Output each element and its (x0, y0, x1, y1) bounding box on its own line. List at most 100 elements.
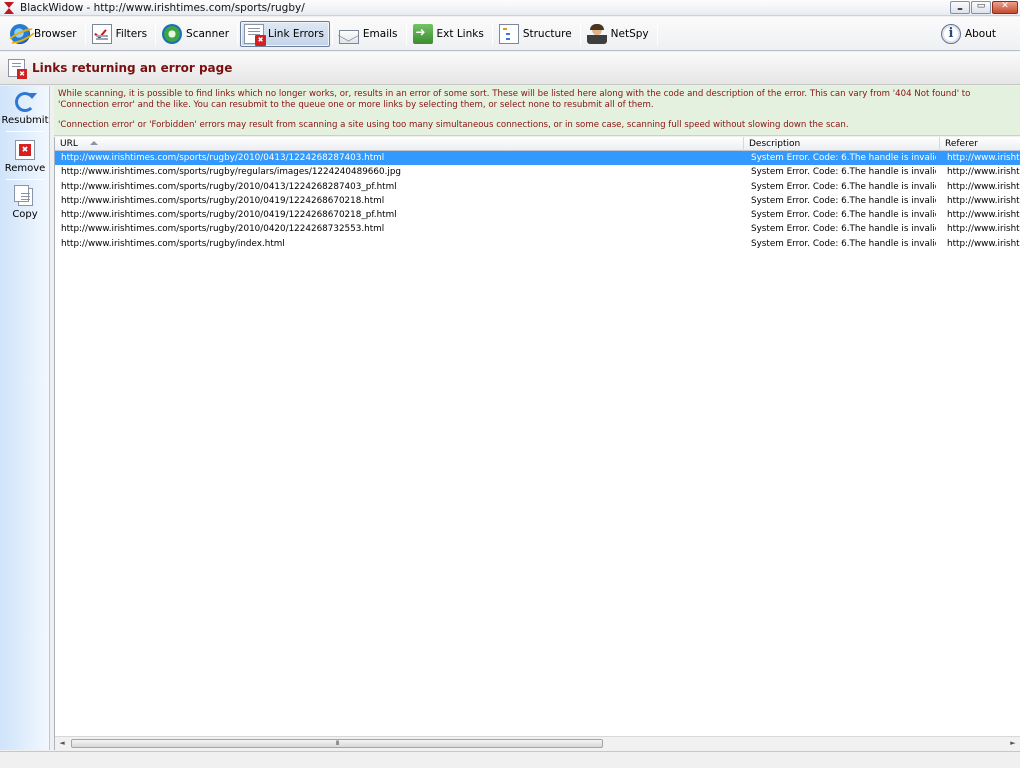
toolbar-separator (84, 22, 86, 45)
column-header-referer-label: Referer (945, 139, 978, 149)
ext-links-icon (412, 23, 433, 44)
column-header-description[interactable]: Description (744, 137, 940, 151)
referer-cell: http://www.irishtimes.com/sports/rugby/ (947, 224, 1020, 235)
maximize-button[interactable]: ▭ (971, 1, 991, 14)
url-cell: http://www.irishtimes.com/sports/rugby/i… (61, 238, 285, 249)
scrollbar-thumb[interactable]: III (71, 739, 603, 748)
sidebar-separator (6, 131, 44, 132)
page-header: Links returning an error page (0, 52, 1020, 85)
structure-icon (498, 23, 519, 44)
minimize-icon: ‗ (957, 1, 963, 11)
link-errors-icon (244, 23, 267, 46)
horizontal-scrollbar[interactable]: ◄ III ► (55, 736, 1020, 750)
filters-button[interactable]: Filters (88, 21, 153, 47)
info-icon (940, 24, 961, 44)
table-row[interactable]: http://www.irishtimes.com/sports/rugby/2… (55, 208, 1020, 222)
status-bar (0, 751, 1020, 768)
blackwidow-logo-icon (3, 1, 15, 14)
scanner-icon (162, 23, 183, 44)
column-header-url-label: URL (60, 139, 78, 149)
toolbar-separator (656, 22, 658, 45)
action-sidebar: Resubmit Remove Copy (0, 86, 50, 750)
scroll-right-arrow-icon[interactable]: ► (1006, 737, 1020, 750)
about-button[interactable]: About (937, 21, 1002, 47)
url-cell: http://www.irishtimes.com/sports/rugby/2… (61, 224, 385, 235)
filters-icon (91, 23, 112, 44)
minimize-button[interactable]: ‗ (950, 1, 970, 14)
remove-button[interactable]: Remove (0, 140, 50, 174)
ext-links-button-label: Ext Links (436, 27, 484, 40)
referer-cell: http://www.irishtimes.com/sports/rugby/ (947, 167, 1020, 178)
close-button[interactable]: ✕ (992, 1, 1018, 14)
remove-icon (15, 140, 35, 160)
url-cell: http://www.irishtimes.com/sports/rugby/2… (61, 181, 397, 192)
scroll-left-arrow-icon[interactable]: ◄ (55, 737, 69, 750)
resubmit-icon (15, 92, 37, 112)
browser-icon (10, 23, 30, 44)
toolbar-separator (491, 22, 493, 45)
table-row[interactable]: http://www.irishtimes.com/sports/rugby/r… (55, 165, 1020, 179)
description-cell: System Error. Code: 6.The handle is inva… (751, 210, 936, 221)
scrollbar-grip-icon: III (335, 740, 339, 747)
toolbar-separator (579, 22, 581, 45)
url-cell: http://www.irishtimes.com/sports/rugby/2… (61, 195, 385, 206)
url-cell: http://www.irishtimes.com/sports/rugby/r… (61, 167, 401, 178)
window-title: BlackWidow - http://www.irishtimes.com/s… (20, 1, 305, 14)
table-row[interactable]: http://www.irishtimes.com/sports/rugby/2… (55, 222, 1020, 236)
emails-button[interactable]: Emails (335, 21, 404, 47)
referer-cell: http://www.irishtimes.com/sports/rugby/ (947, 238, 1020, 249)
copy-icon (13, 185, 33, 206)
table-body: http://www.irishtimes.com/sports/rugby/2… (55, 151, 1020, 251)
url-cell: http://www.irishtimes.com/sports/rugby/2… (61, 153, 385, 163)
browser-button-label: Browser (34, 27, 77, 40)
resubmit-button[interactable]: Resubmit (0, 92, 50, 126)
scanner-button-label: Scanner (186, 27, 230, 40)
link-errors-button[interactable]: Link Errors (240, 20, 330, 47)
netspy-button[interactable]: NetSpy (583, 21, 655, 47)
browser-button[interactable]: Browser (6, 21, 83, 47)
email-icon (338, 29, 359, 44)
toolbar-separator (155, 22, 157, 45)
netspy-icon (586, 23, 607, 44)
page-title: Links returning an error page (32, 61, 233, 75)
scanner-button[interactable]: Scanner (158, 21, 235, 47)
description-cell: System Error. Code: 6.The handle is inva… (751, 167, 936, 178)
referer-cell: http://www.irishtimes.com/sports/rugby/ (947, 153, 1020, 163)
ext-links-button[interactable]: Ext Links (409, 21, 490, 47)
url-cell: http://www.irishtimes.com/sports/rugby/2… (61, 210, 397, 221)
table-row[interactable]: http://www.irishtimes.com/sports/rugby/2… (55, 194, 1020, 208)
toolbar-separator (331, 22, 333, 45)
copy-button[interactable]: Copy (0, 185, 50, 220)
remove-label: Remove (4, 163, 46, 174)
toolbar-separator (237, 22, 239, 45)
info-paragraph: 'Connection error' or 'Forbidden' errors… (58, 120, 849, 130)
description-cell: System Error. Code: 6.The handle is inva… (751, 195, 936, 206)
sidebar-separator (6, 179, 44, 180)
title-bar: BlackWidow - http://www.irishtimes.com/s… (0, 0, 1020, 16)
table-row[interactable]: http://www.irishtimes.com/sports/rugby/i… (55, 237, 1020, 251)
structure-button[interactable]: Structure (495, 21, 578, 47)
link-errors-table: URL Description Referer http://www.irish… (54, 137, 1020, 750)
toolbar-separator (405, 22, 407, 45)
column-header-url[interactable]: URL (55, 137, 744, 151)
table-row[interactable]: http://www.irishtimes.com/sports/rugby/2… (55, 151, 1020, 166)
description-cell: System Error. Code: 6.The handle is inva… (751, 153, 936, 163)
table-row[interactable]: http://www.irishtimes.com/sports/rugby/2… (55, 180, 1020, 194)
close-icon: ✕ (1001, 1, 1009, 11)
maximize-icon: ▭ (976, 1, 986, 11)
main-toolbar: Browser Filters Scanner Link Errors Emai… (0, 17, 1020, 51)
referer-cell: http://www.irishtimes.com/sports/rugby/ (947, 210, 1020, 221)
column-header-referer[interactable]: Referer (940, 137, 1020, 151)
description-cell: System Error. Code: 6.The handle is inva… (751, 224, 936, 235)
filters-button-label: Filters (115, 27, 148, 40)
info-paragraph: While scanning, it is possible to find l… (58, 89, 971, 110)
referer-cell: http://www.irishtimes.com/sports/rugby/ (947, 195, 1020, 206)
sort-ascending-icon (89, 141, 98, 145)
structure-button-label: Structure (522, 27, 572, 40)
link-errors-button-label: Link Errors (268, 27, 324, 40)
link-error-page-icon (8, 59, 27, 79)
resubmit-label: Resubmit (1, 115, 49, 126)
column-header-description-label: Description (749, 139, 801, 149)
info-panel: While scanning, it is possible to find l… (54, 86, 1020, 136)
netspy-button-label: NetSpy (610, 27, 649, 40)
